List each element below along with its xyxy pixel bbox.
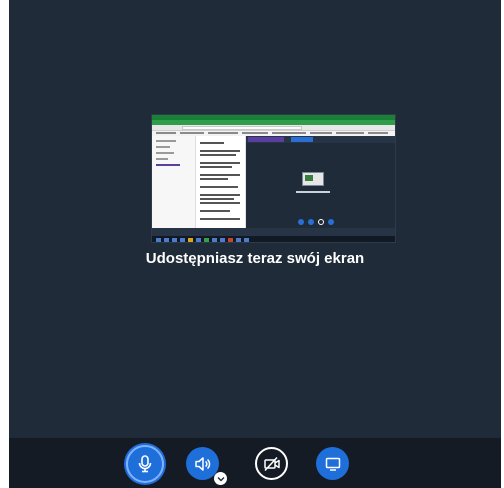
audio-options-button[interactable] xyxy=(214,472,227,485)
microphone-button[interactable] xyxy=(126,445,164,483)
meeting-toolbar xyxy=(9,438,501,488)
monitor-icon xyxy=(325,457,341,471)
screen-sharing-status: Udostępniasz teraz swój ekran xyxy=(145,250,365,267)
preview-chat-panel xyxy=(196,136,246,236)
preview-sidebar xyxy=(152,136,196,236)
microphone-icon xyxy=(137,455,153,473)
preview-meeting-window xyxy=(246,136,395,228)
screen-share-button[interactable] xyxy=(316,447,349,480)
chevron-down-icon xyxy=(217,476,225,482)
preview-controls-bar xyxy=(152,228,395,236)
video-button[interactable] xyxy=(255,447,288,480)
camera-off-icon xyxy=(263,456,281,472)
meeting-stage: Udostępniasz teraz swój ekran xyxy=(9,0,501,488)
preview-taskbar xyxy=(152,236,395,242)
speaker-icon xyxy=(194,456,212,472)
shared-screen-preview xyxy=(151,114,396,243)
